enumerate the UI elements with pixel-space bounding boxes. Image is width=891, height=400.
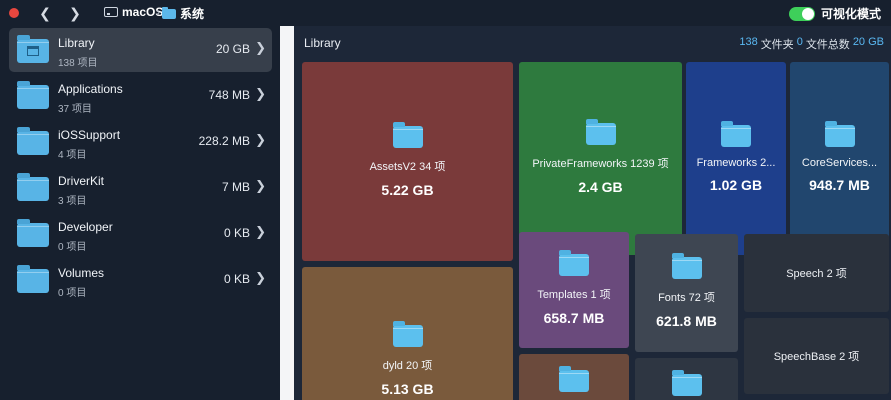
chevron-right-icon: ❯ [255, 40, 266, 55]
sidebar-item-size: 0 KB [223, 226, 250, 240]
sidebar-item-size: 7 MB [221, 180, 250, 194]
folder-icon [17, 127, 49, 155]
tile-speech[interactable]: Speech 2 项 [744, 234, 889, 312]
sidebar-item-applications[interactable]: Applications 37 项目 748 MB ❯ [9, 74, 272, 118]
tile-frameworks[interactable]: Frameworks 2... 1.02 GB [686, 62, 786, 255]
folder-icon [17, 265, 49, 293]
tile-templates[interactable]: Templates 1 项 658.7 MB [519, 232, 629, 348]
chevron-left-icon[interactable]: ❮ [36, 4, 54, 22]
sidebar-item-count: 138 项目 [58, 58, 98, 69]
folder-icon [17, 219, 49, 247]
sidebar-item-driverkit[interactable]: DriverKit 3 项目 7 MB ❯ [9, 166, 272, 210]
tile-privateframeworks[interactable]: PrivateFrameworks 1239 项 2.4 GB [519, 62, 682, 255]
tile-dyld[interactable]: dyld 20 项 5.13 GB [302, 267, 513, 400]
chevron-right-icon[interactable]: ❯ [66, 4, 84, 22]
tile-name: CoreServices... [801, 156, 878, 169]
hard-disk-icon [104, 7, 118, 17]
treemap-panel: Library 138 文件夹 0 文件总数 20 GB AssetsV2 34… [294, 26, 891, 400]
tile-partial-1[interactable] [519, 354, 629, 400]
sidebar-item-size: 0 KB [223, 272, 250, 286]
tile-size: 621.8 MB [656, 313, 717, 329]
chevron-right-icon: ❯ [255, 270, 266, 285]
close-window-button[interactable] [9, 8, 19, 18]
tile-name: Frameworks 2... [696, 156, 776, 169]
panel-title: Library [304, 36, 341, 50]
sidebar-item-name: Library [58, 36, 95, 50]
tile-size: 5.13 GB [381, 381, 434, 397]
breadcrumb-separator: › [156, 5, 160, 19]
visual-mode-control: 可视化模式 [788, 5, 881, 22]
chevron-right-icon: ❯ [255, 86, 266, 101]
folder-icon [559, 366, 589, 392]
tile-size: 1.02 GB [709, 176, 763, 193]
tile-size: 5.22 GB [381, 181, 434, 198]
chevron-right-icon: ❯ [255, 178, 266, 193]
visual-mode-label: 可视化模式 [820, 7, 881, 21]
sidebar-item-iossupport[interactable]: iOSSupport 4 项目 228.2 MB ❯ [9, 120, 272, 164]
folder-icon [162, 6, 176, 19]
tile-name: AssetsV2 34 项 [369, 160, 446, 173]
sidebar-item-name: Volumes [58, 266, 105, 280]
tile-name: SpeechBase 2 项 [773, 351, 860, 363]
toolbar: ❮ ❯ macOS › 系统 可视化模式 [0, 0, 891, 26]
file-count-label: 文件总数 [805, 39, 850, 51]
sidebar-item-name: iOSSupport [58, 128, 121, 142]
tile-coreservices[interactable]: CoreServices... 948.7 MB [790, 62, 889, 255]
chevron-right-icon: ❯ [255, 132, 266, 147]
sidebar: Library 138 项目 20 GB ❯ Applications 37 项… [0, 26, 280, 400]
breadcrumb-item-system[interactable]: 系统 [162, 5, 204, 22]
sidebar-item-library[interactable]: Library 138 项目 20 GB ❯ [9, 28, 272, 72]
sidebar-item-name: Developer [58, 220, 113, 234]
panel-divider[interactable] [280, 26, 294, 400]
tile-size: 948.7 MB [809, 176, 870, 193]
sidebar-item-size: 20 GB [215, 42, 250, 56]
folder-icon [721, 120, 751, 147]
total-size: 20 GB [852, 36, 884, 48]
tile-name: dyld 20 项 [382, 360, 433, 372]
folder-icon [824, 120, 855, 147]
sidebar-item-name: DriverKit [58, 174, 105, 188]
tile-name: Templates 1 项 [537, 289, 611, 301]
folder-icon [392, 121, 423, 148]
folder-icon [17, 81, 49, 109]
folder-count-label: 文件夹 [760, 39, 794, 51]
folder-stats: 138 文件夹 0 文件总数 20 GB [739, 36, 884, 52]
visual-mode-toggle[interactable] [788, 6, 815, 21]
sidebar-item-volumes[interactable]: Volumes 0 项目 0 KB ❯ [9, 258, 272, 302]
sidebar-item-count: 3 项目 [58, 196, 87, 207]
folder-icon [559, 250, 589, 276]
chevron-right-icon: ❯ [255, 224, 266, 239]
folder-icon [585, 118, 616, 145]
folder-icon [392, 321, 423, 347]
tile-assetsv2[interactable]: AssetsV2 34 项 5.22 GB [302, 62, 513, 261]
folder-icon [671, 370, 702, 396]
sidebar-item-count: 4 项目 [58, 150, 87, 161]
tile-size: 2.4 GB [578, 178, 623, 195]
folder-icon [671, 253, 702, 279]
sidebar-item-size: 748 MB [208, 88, 250, 102]
sidebar-item-count: 0 项目 [58, 288, 87, 299]
tile-size: 658.7 MB [543, 310, 605, 326]
tile-partial-2[interactable] [635, 358, 738, 400]
sidebar-item-name: Applications [58, 82, 123, 96]
breadcrumb-item-disk[interactable]: macOS [104, 5, 163, 19]
folder-icon [17, 173, 49, 201]
sidebar-item-count: 37 项目 [58, 104, 92, 115]
tile-speechbase[interactable]: SpeechBase 2 项 [744, 318, 889, 394]
file-count: 0 [796, 36, 803, 48]
tile-name: Speech 2 项 [786, 268, 847, 280]
library-folder-icon [17, 35, 49, 63]
tile-name: Fonts 72 项 [658, 292, 715, 304]
sidebar-item-developer[interactable]: Developer 0 项目 0 KB ❯ [9, 212, 272, 256]
breadcrumb-label: 系统 [180, 7, 205, 21]
tile-name: PrivateFrameworks 1239 项 [532, 157, 669, 170]
folder-count: 138 [739, 36, 758, 48]
sidebar-item-count: 0 项目 [58, 242, 87, 253]
sidebar-item-size: 228.2 MB [198, 134, 250, 148]
tile-fonts[interactable]: Fonts 72 项 621.8 MB [635, 234, 738, 352]
